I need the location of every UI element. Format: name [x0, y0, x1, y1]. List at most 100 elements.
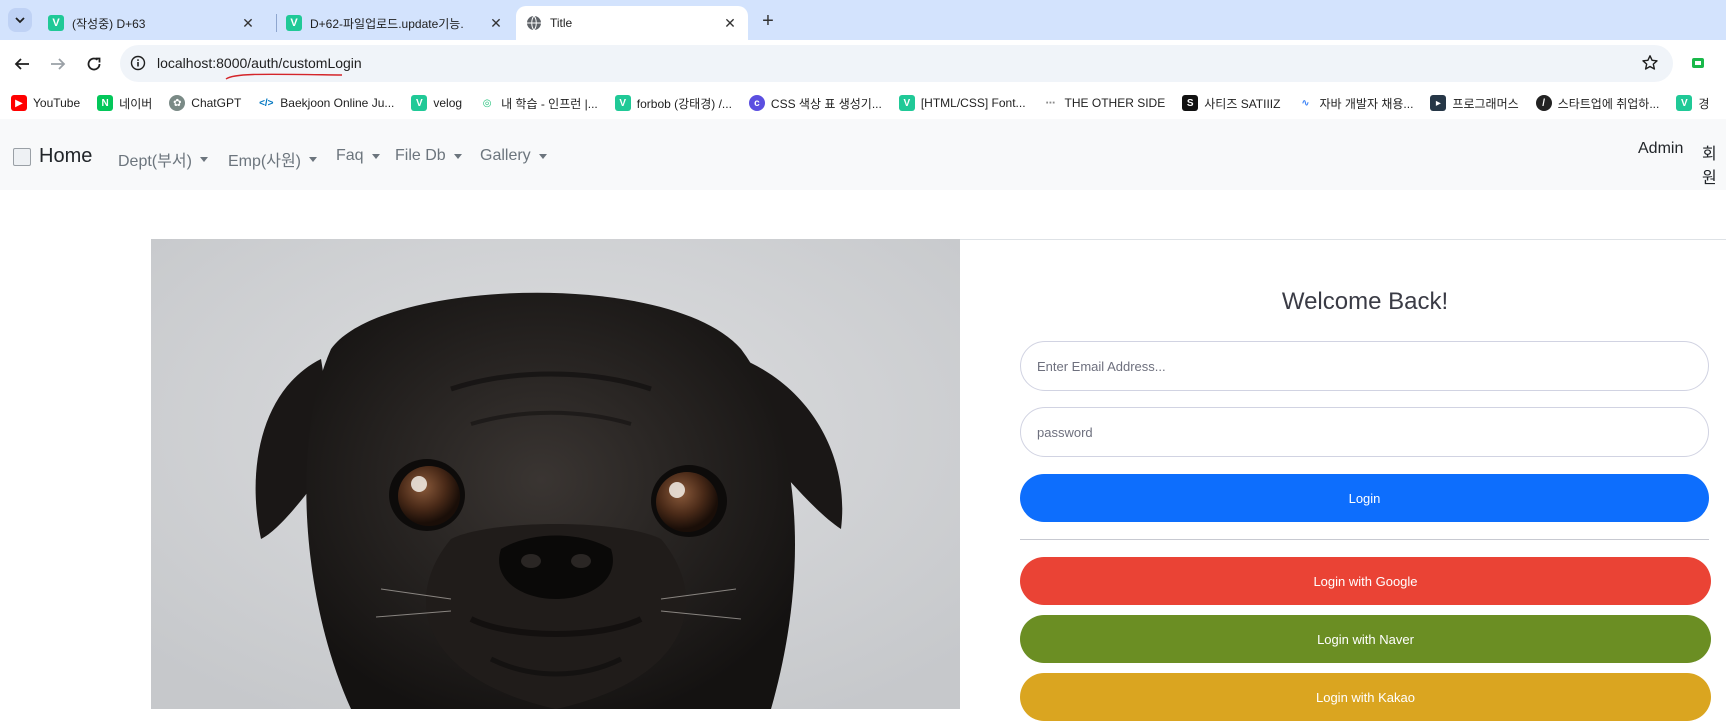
tab-title: Title: [550, 16, 573, 30]
bookmark-startup[interactable]: / 스타트업에 취업하...: [1535, 95, 1660, 112]
divider: [1020, 539, 1709, 540]
bookmark-velog[interactable]: Vvelog: [411, 95, 462, 111]
globe-icon: [526, 15, 542, 31]
bookmark-html-css-font[interactable]: V [HTML/CSS] Font...: [898, 95, 1026, 111]
site-info-icon[interactable]: [130, 55, 146, 76]
nav-label: File Db: [395, 147, 446, 164]
velog-icon: V: [286, 15, 302, 31]
inflearn-icon: ◎: [482, 97, 492, 109]
bookmark-label: 프로그래머스: [1452, 96, 1519, 111]
address-bar[interactable]: localhost:8000/auth/customLogin: [120, 45, 1673, 82]
bookmark-the-other-side[interactable]: ⋯ THE OTHER SIDE: [1043, 95, 1166, 111]
nav-emp-dropdown[interactable]: Emp(사원): [228, 147, 317, 171]
bookmark-label: [HTML/CSS] Font...: [920, 96, 1026, 110]
new-tab-button[interactable]: +: [756, 9, 780, 33]
velog-icon: V: [1676, 95, 1693, 111]
caret-down-icon: [199, 156, 208, 162]
brand-label: Home: [39, 145, 93, 167]
login-button[interactable]: Login: [1020, 474, 1709, 522]
nav-label: Dept(부서): [118, 153, 192, 170]
broken-image-icon: [13, 147, 31, 166]
tab-search-button[interactable]: [8, 8, 32, 32]
url-host: localhost:8000: [157, 55, 248, 71]
bookmark-label: THE OTHER SIDE: [1064, 96, 1166, 110]
bookmark-label: 네이버: [119, 96, 153, 111]
bookmark-label: YouTube: [33, 96, 81, 110]
css-icon: c: [748, 95, 765, 111]
youtube-icon: ▶: [11, 95, 27, 111]
caret-down-icon: [538, 153, 547, 159]
bookmark-chatgpt[interactable]: ✿ ChatGPT: [169, 95, 241, 111]
close-icon[interactable]: ✕: [488, 15, 504, 31]
login-naver-button[interactable]: Login with Naver: [1020, 615, 1711, 663]
caret-down-icon: [309, 156, 317, 162]
extension-icon[interactable]: [1690, 55, 1706, 71]
bookmark-label: 경: [1698, 96, 1710, 111]
brand-home-link[interactable]: Home: [13, 145, 92, 168]
bookmark-naver[interactable]: N 네이버: [97, 95, 152, 112]
bookmark-label: 스타트업에 취업하...: [1557, 96, 1660, 111]
email-field[interactable]: [1020, 341, 1709, 391]
nav-filedb-dropdown[interactable]: File Db: [395, 147, 462, 165]
bookmark-label: velog: [433, 96, 463, 110]
tab-strip: V (작성중) D+63 ✕ V D+62-파일업로드.update기능. ✕ …: [0, 0, 1726, 40]
tab-2[interactable]: V D+62-파일업로드.update기능. ✕: [276, 6, 514, 40]
bookmark-label: CSS 색상 표 생성기...: [770, 96, 882, 111]
bookmark-satiiiz[interactable]: S 사티즈 SATIIIZ: [1182, 95, 1280, 112]
welcome-heading: Welcome Back!: [1281, 288, 1449, 315]
bookmark-inflearn[interactable]: ◎ 내 학습 - 인프런 |...: [479, 95, 598, 112]
naver-icon: N: [97, 95, 114, 111]
bookmark-css-colors[interactable]: c CSS 색상 표 생성기...: [748, 95, 882, 112]
velog-icon: V: [614, 95, 631, 111]
nav-label: Gallery: [480, 147, 531, 164]
close-icon[interactable]: ✕: [240, 15, 256, 31]
startup-icon: /: [1535, 95, 1552, 111]
bookmark-overflow[interactable]: V경: [1676, 95, 1709, 112]
tab-3-active[interactable]: Title ✕: [516, 6, 748, 40]
nav-member-link[interactable]: 회원: [1702, 140, 1726, 188]
bookmark-label: Baekjoon Online Ju...: [280, 96, 395, 110]
password-field[interactable]: [1020, 407, 1709, 457]
forward-button[interactable]: [44, 50, 72, 78]
nav-label: Faq: [336, 147, 364, 164]
login-google-button[interactable]: Login with Google: [1020, 557, 1711, 605]
bookmark-star-icon[interactable]: [1641, 54, 1659, 77]
url-text[interactable]: localhost:8000/auth/customLogin: [157, 55, 362, 71]
back-button[interactable]: [8, 50, 36, 78]
bookmark-label: 사티즈 SATIIIZ: [1204, 96, 1281, 111]
velog-icon: V: [411, 95, 428, 111]
bookmark-label: forbob (강태경) /...: [636, 96, 732, 111]
bookmark-label: 자바 개발자 채용...: [1319, 96, 1414, 111]
pug-dog-image: [151, 239, 960, 709]
bookmark-baekjoon[interactable]: </> Baekjoon Online Ju...: [258, 95, 394, 111]
site-navbar: Home Dept(부서) Emp(사원) Faq File Db Galler…: [0, 119, 1726, 190]
url-underline-annotation: [225, 73, 343, 80]
velog-icon: V: [898, 95, 915, 111]
chevron-down-icon: [15, 17, 25, 24]
bookmark-youtube[interactable]: ▶ YouTube: [11, 95, 80, 111]
nav-label: Emp(사원): [228, 153, 301, 170]
reload-button[interactable]: [80, 50, 108, 78]
nav-dept-dropdown[interactable]: Dept(부서): [118, 147, 208, 171]
caret-down-icon: [453, 153, 462, 159]
chatgpt-icon: ✿: [169, 95, 186, 111]
job-icon: ∿: [1301, 97, 1310, 109]
caret-down-icon: [371, 153, 380, 159]
bookmark-java-jobs[interactable]: ∿ 자바 개발자 채용...: [1297, 95, 1413, 112]
tab-title: (작성중) D+63: [72, 16, 146, 31]
close-icon[interactable]: ✕: [722, 15, 738, 31]
tab-1[interactable]: V (작성중) D+63 ✕: [38, 6, 266, 40]
login-kakao-button[interactable]: Login with Kakao: [1020, 673, 1711, 721]
bookmark-programmers[interactable]: ▸ 프로그래머스: [1430, 95, 1519, 112]
nav-admin-link[interactable]: Admin: [1638, 140, 1683, 158]
bookmark-forbob[interactable]: Vforbob (강태경) /...: [614, 95, 732, 112]
bookmark-label: 내 학습 - 인프런 |...: [501, 96, 598, 111]
browser-toolbar: localhost:8000/auth/customLogin: [0, 40, 1726, 87]
tab-title: D+62-파일업로드.update기능.: [310, 16, 464, 31]
arrow-right-icon: [51, 58, 66, 70]
programmers-icon: ▸: [1430, 95, 1447, 111]
velog-icon: V: [48, 15, 64, 31]
nav-gallery-dropdown[interactable]: Gallery: [480, 147, 547, 165]
url-path: /auth/customLogin: [247, 55, 362, 71]
nav-faq-dropdown[interactable]: Faq: [336, 147, 380, 165]
